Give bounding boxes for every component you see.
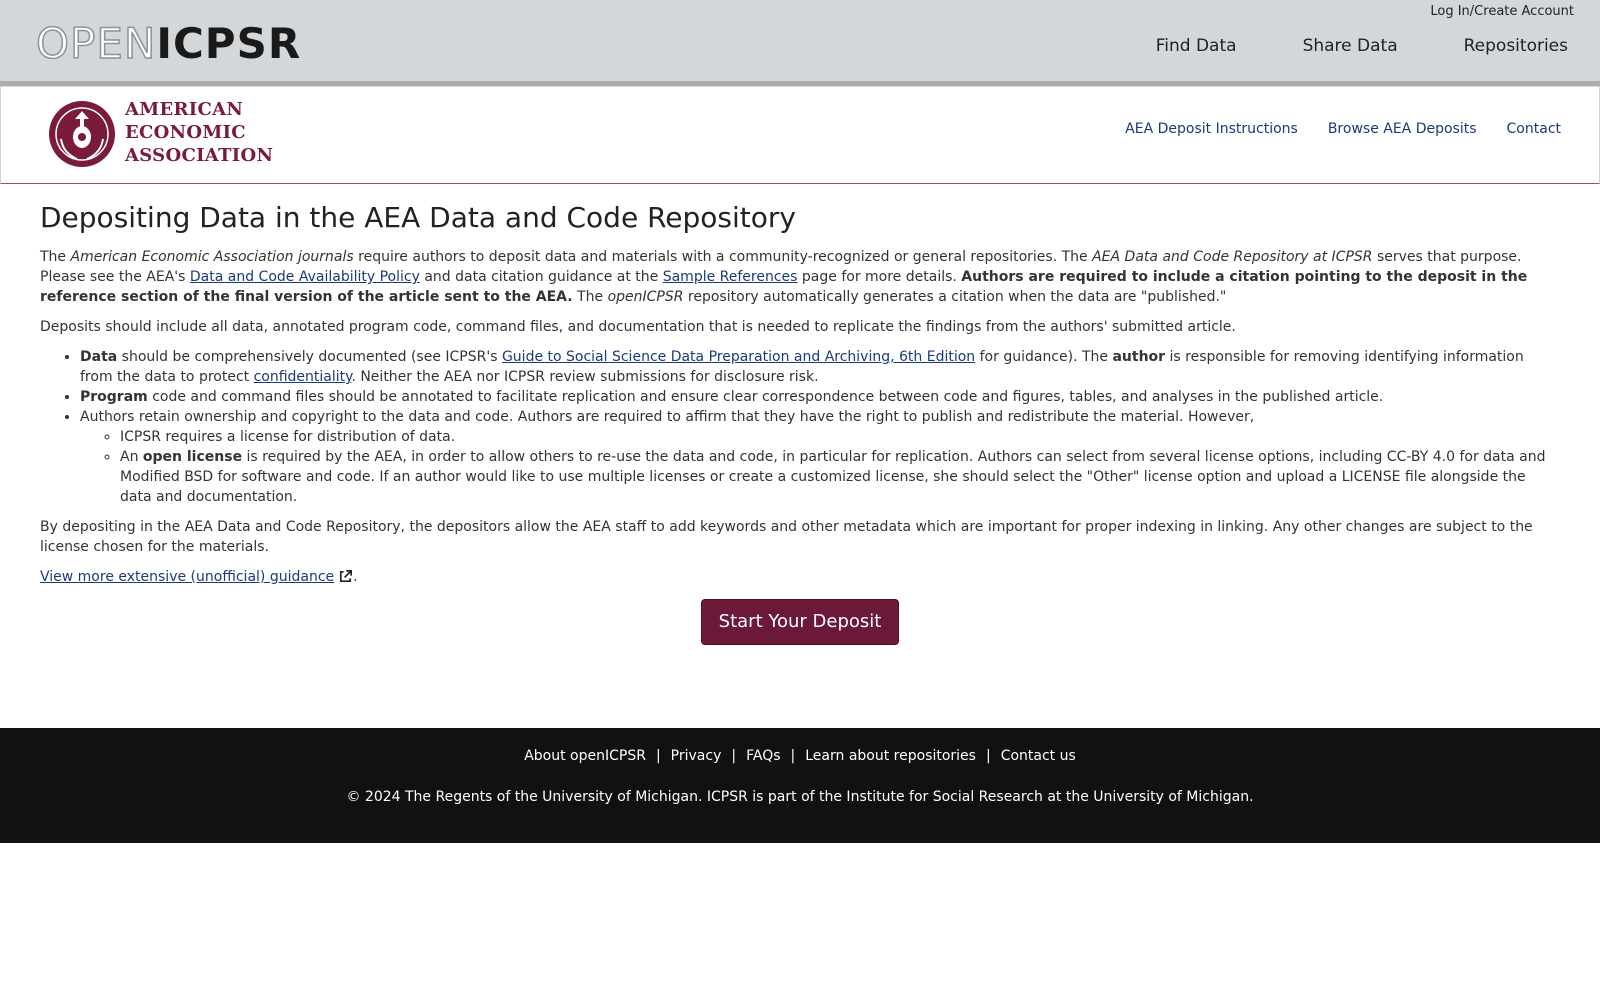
text: require authors to deposit data and mate… (353, 249, 1093, 265)
sample-references-link[interactable]: Sample References (663, 269, 798, 285)
footer-privacy-link[interactable]: Privacy (671, 748, 722, 764)
list-item-program: Program code and command files should be… (80, 387, 1560, 407)
openicpsr-logo[interactable]: OPENICPSR (35, 19, 302, 69)
requirements-list: Data should be comprehensively documente… (40, 347, 1560, 507)
aea-nav-browse-deposits[interactable]: Browse AEA Deposits (1328, 121, 1477, 137)
license-sublist: ICPSR requires a license for distributio… (80, 427, 1560, 507)
external-link-icon[interactable] (338, 569, 353, 584)
nav-find-data[interactable]: Find Data (1156, 36, 1237, 56)
footer-links: About openICPSR | Privacy | FAQs | Learn about… (0, 748, 1600, 764)
footer-separator: | (985, 748, 991, 764)
footer-separator: | (655, 748, 661, 764)
text: and data citation guidance at the (419, 269, 663, 285)
nav-repositories[interactable]: Repositories (1464, 36, 1568, 56)
deposits-paragraph: Deposits should include all data, annota… (40, 319, 1236, 335)
logo-icpsr-text: ICPSR (156, 19, 302, 68)
footer-about-link[interactable]: About openICPSR (524, 748, 646, 764)
guidance-line: View more extensive (unofficial) guidanc… (40, 567, 1560, 587)
text-bold: Data (80, 349, 118, 365)
text: code and command files should be annotat… (147, 389, 1384, 405)
text: . Neither the AEA nor ICPSR review submi… (351, 369, 819, 385)
text-italic: openICPSR (607, 289, 684, 305)
footer-separator: | (790, 748, 796, 764)
text-italic: AEA Data and Code Repository at ICPSR (1092, 249, 1373, 265)
footer-repositories-link[interactable]: Learn about repositories (805, 748, 976, 764)
text: should be comprehensively documented (se… (117, 349, 502, 365)
aea-nav: AEA Deposit Instructions Browse AEA Depo… (1125, 121, 1561, 137)
sublist-item: An open license is required by the AEA, … (120, 447, 1560, 507)
main-content: Depositing Data in the AEA Data and Code… (40, 200, 1560, 645)
icpsr-guide-link[interactable]: Guide to Social Science Data Preparation… (502, 349, 975, 365)
aea-name-line: AMERICAN (125, 99, 244, 120)
metadata-paragraph: By depositing in the AEA Data and Code R… (40, 519, 1533, 555)
text-bold: open license (142, 449, 243, 465)
text: The (40, 249, 71, 265)
footer-contact-link[interactable]: Contact us (1001, 748, 1076, 764)
text-bold: Program (80, 389, 148, 405)
aea-name[interactable]: AMERICAN ECONOMIC ASSOCIATION (125, 98, 273, 167)
aea-name-line: ECONOMIC (125, 122, 246, 143)
deposit-button-wrap: Start Your Deposit (40, 599, 1560, 645)
logo-open-text: OPEN (35, 19, 157, 69)
start-deposit-button[interactable]: Start Your Deposit (700, 599, 900, 645)
sublist-item: ICPSR requires a license for distributio… (120, 427, 1560, 447)
aea-seal-icon[interactable] (47, 99, 117, 169)
text: repository automatically generates a cit… (683, 289, 1227, 305)
aea-nav-deposit-instructions[interactable]: AEA Deposit Instructions (1125, 121, 1298, 137)
text: Authors retain ownership and copyright t… (80, 409, 1255, 425)
login-link[interactable]: Log In/Create Account (1430, 4, 1574, 19)
data-code-policy-link[interactable]: Data and Code Availability Policy (190, 269, 420, 285)
text: page for more details. (797, 269, 962, 285)
text: . (353, 569, 358, 585)
text: is required by the AEA, in order to allo… (120, 449, 1546, 505)
text-italic: American Economic Association journals (70, 249, 354, 265)
page-title: Depositing Data in the AEA Data and Code… (40, 201, 796, 234)
intro-paragraph: The American Economic Association journa… (40, 247, 1560, 307)
footer-faqs-link[interactable]: FAQs (746, 748, 780, 764)
site-footer: About openICPSR | Privacy | FAQs | Learn about… (0, 728, 1600, 843)
list-item-ownership: Authors retain ownership and copyright t… (80, 407, 1560, 507)
main-nav: Find Data Share Data Repositories (1156, 36, 1568, 56)
aea-name-line: ASSOCIATION (125, 145, 274, 166)
copyright-text: © 2024 The Regents of the University of … (346, 789, 1254, 805)
text: The (572, 289, 608, 305)
footer-separator: | (731, 748, 737, 764)
text-bold: author (1112, 349, 1166, 365)
nav-share-data[interactable]: Share Data (1303, 36, 1398, 56)
aea-nav-contact[interactable]: Contact (1507, 121, 1561, 137)
confidentiality-link[interactable]: confidentiality (254, 369, 352, 385)
text: for guidance). The (975, 349, 1113, 365)
aea-banner: AMERICAN ECONOMIC ASSOCIATION AEA Deposi… (0, 86, 1600, 184)
unofficial-guidance-link[interactable]: View more extensive (unofficial) guidanc… (40, 569, 334, 585)
list-item-data: Data should be comprehensively documente… (80, 347, 1560, 387)
text: An (120, 449, 143, 465)
top-header: OPENICPSR Log In/Create Account Find Dat… (0, 0, 1600, 86)
